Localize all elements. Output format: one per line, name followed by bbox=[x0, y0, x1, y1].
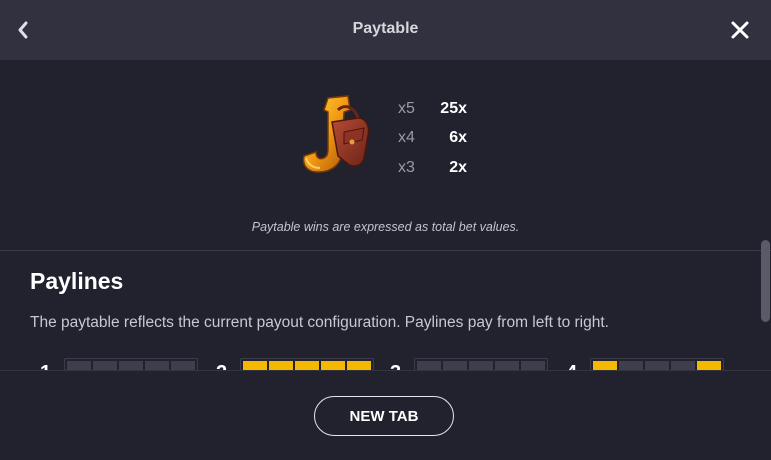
payline-cell bbox=[119, 361, 143, 370]
payline-number: 2 bbox=[216, 362, 227, 370]
payline-cell bbox=[645, 361, 669, 370]
payline-cell bbox=[321, 361, 345, 370]
payline-cell bbox=[145, 361, 169, 370]
payline-cell bbox=[269, 361, 293, 370]
payline-cell bbox=[697, 361, 721, 370]
scrollbar-thumb[interactable] bbox=[761, 240, 770, 322]
payline-number: 3 bbox=[390, 362, 401, 370]
payline-cell bbox=[443, 361, 467, 370]
symbol-payout-row: x5 25x x4 6x x3 2x bbox=[298, 92, 498, 182]
close-icon bbox=[731, 21, 749, 39]
header-bar: Paytable bbox=[0, 0, 771, 60]
payline-cell bbox=[67, 361, 91, 370]
payline-grid bbox=[64, 358, 198, 370]
payout-row: x5 25x bbox=[398, 94, 488, 124]
payline-grid bbox=[414, 358, 548, 370]
payline-number: 4 bbox=[566, 362, 577, 370]
payline-cell bbox=[521, 361, 545, 370]
payline-grid bbox=[240, 358, 374, 370]
payout-value: 6x bbox=[449, 129, 467, 147]
payline-cell bbox=[295, 361, 319, 370]
paylines-heading: Paylines bbox=[30, 268, 124, 294]
payline-grid bbox=[590, 358, 724, 370]
paytable-content[interactable]: x5 25x x4 6x x3 2x Paytable wins are exp… bbox=[0, 60, 771, 370]
payout-count: x5 bbox=[398, 99, 415, 117]
payline-cell bbox=[495, 361, 519, 370]
close-button[interactable] bbox=[727, 16, 753, 44]
payline-cell bbox=[417, 361, 441, 370]
footer-bar: NEW TAB bbox=[0, 370, 771, 460]
payline-cell bbox=[469, 361, 493, 370]
paytable-note: Paytable wins are expressed as total bet… bbox=[251, 220, 520, 234]
payline-cell bbox=[347, 361, 371, 370]
payout-value: 25x bbox=[440, 99, 467, 117]
payout-value: 2x bbox=[449, 158, 467, 176]
treasure-bag-symbol-icon bbox=[302, 95, 370, 173]
paylines-description: The paytable reflects the current payout… bbox=[30, 314, 609, 331]
page-title: Paytable bbox=[352, 20, 419, 37]
payout-row: x3 2x bbox=[398, 153, 488, 183]
new-tab-button[interactable]: NEW TAB bbox=[314, 396, 454, 436]
payline-cell bbox=[593, 361, 617, 370]
payline-cell bbox=[171, 361, 195, 370]
payline-cell bbox=[619, 361, 643, 370]
payline-cell bbox=[671, 361, 695, 370]
paylines-list: 1 2 3 4 bbox=[0, 356, 771, 370]
payout-table: x5 25x x4 6x x3 2x bbox=[398, 94, 488, 183]
section-divider bbox=[0, 250, 771, 251]
payout-count: x3 bbox=[398, 158, 415, 176]
payout-row: x4 6x bbox=[398, 124, 488, 154]
payout-count: x4 bbox=[398, 129, 415, 147]
payline-number: 1 bbox=[40, 362, 51, 370]
payline-cell bbox=[93, 361, 117, 370]
payline-cell bbox=[243, 361, 267, 370]
